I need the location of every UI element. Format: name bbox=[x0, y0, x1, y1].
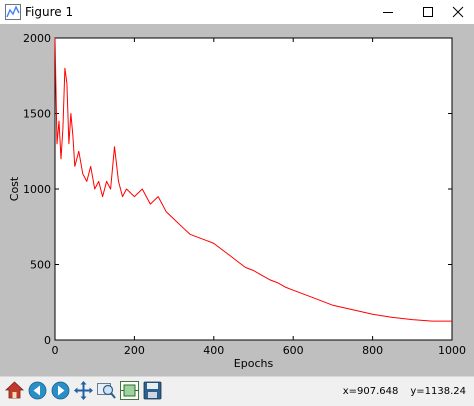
figure-app-icon bbox=[5, 4, 21, 20]
x-tick-label: 400 bbox=[203, 344, 224, 357]
window-title: Figure 1 bbox=[25, 5, 74, 19]
close-button[interactable] bbox=[441, 0, 474, 24]
axes-area bbox=[54, 37, 453, 341]
title-bar[interactable]: Figure 1 bbox=[0, 0, 474, 24]
forward-icon bbox=[51, 381, 70, 400]
save-button[interactable] bbox=[142, 380, 163, 401]
save-icon bbox=[143, 381, 162, 400]
pan-icon bbox=[74, 381, 93, 400]
y-tick-label: 500 bbox=[30, 259, 51, 272]
minimize-icon bbox=[383, 12, 393, 13]
pan-button[interactable] bbox=[73, 380, 94, 401]
navigation-toolbar: x=907.648 y=1138.24 bbox=[0, 376, 474, 406]
x-tick-label: 600 bbox=[283, 344, 304, 357]
cursor-coordinates: x=907.648 y=1138.24 bbox=[343, 386, 466, 397]
cursor-y-readout: y=1138.24 bbox=[410, 386, 466, 397]
y-tick-label: 1000 bbox=[23, 183, 51, 196]
back-icon bbox=[28, 381, 47, 400]
x-tick-label: 0 bbox=[52, 344, 59, 357]
y-tick-label: 2000 bbox=[23, 32, 51, 45]
x-tick-label: 1000 bbox=[438, 344, 466, 357]
x-tick-label: 800 bbox=[362, 344, 383, 357]
figure-window: Figure 1 0 200 400 600 800 1000 0 500 1000 1500 20… bbox=[0, 0, 474, 406]
cursor-x-readout: x=907.648 bbox=[342, 386, 399, 397]
y-tick-label: 1500 bbox=[23, 108, 51, 121]
figure-canvas[interactable]: 0 200 400 600 800 1000 0 500 1000 1500 2000 Epochs… bbox=[0, 24, 474, 376]
x-tick-label: 200 bbox=[124, 344, 145, 357]
x-axis-label: Epochs bbox=[234, 357, 274, 370]
home-button[interactable] bbox=[4, 380, 25, 401]
y-axis-label: Cost bbox=[8, 176, 21, 201]
line-chart: 0 200 400 600 800 1000 0 500 1000 1500 2000 Epochs… bbox=[8, 32, 466, 370]
close-icon bbox=[452, 6, 463, 18]
back-button[interactable] bbox=[27, 380, 48, 401]
y-tick-label: 0 bbox=[44, 334, 51, 347]
zoom-button[interactable] bbox=[96, 380, 117, 401]
forward-button[interactable] bbox=[50, 380, 71, 401]
zoom-icon bbox=[97, 383, 116, 399]
configure-subplots-icon bbox=[120, 381, 139, 400]
configure-subplots-button[interactable] bbox=[119, 380, 140, 401]
home-icon bbox=[4, 381, 25, 399]
maximize-icon bbox=[423, 7, 433, 17]
